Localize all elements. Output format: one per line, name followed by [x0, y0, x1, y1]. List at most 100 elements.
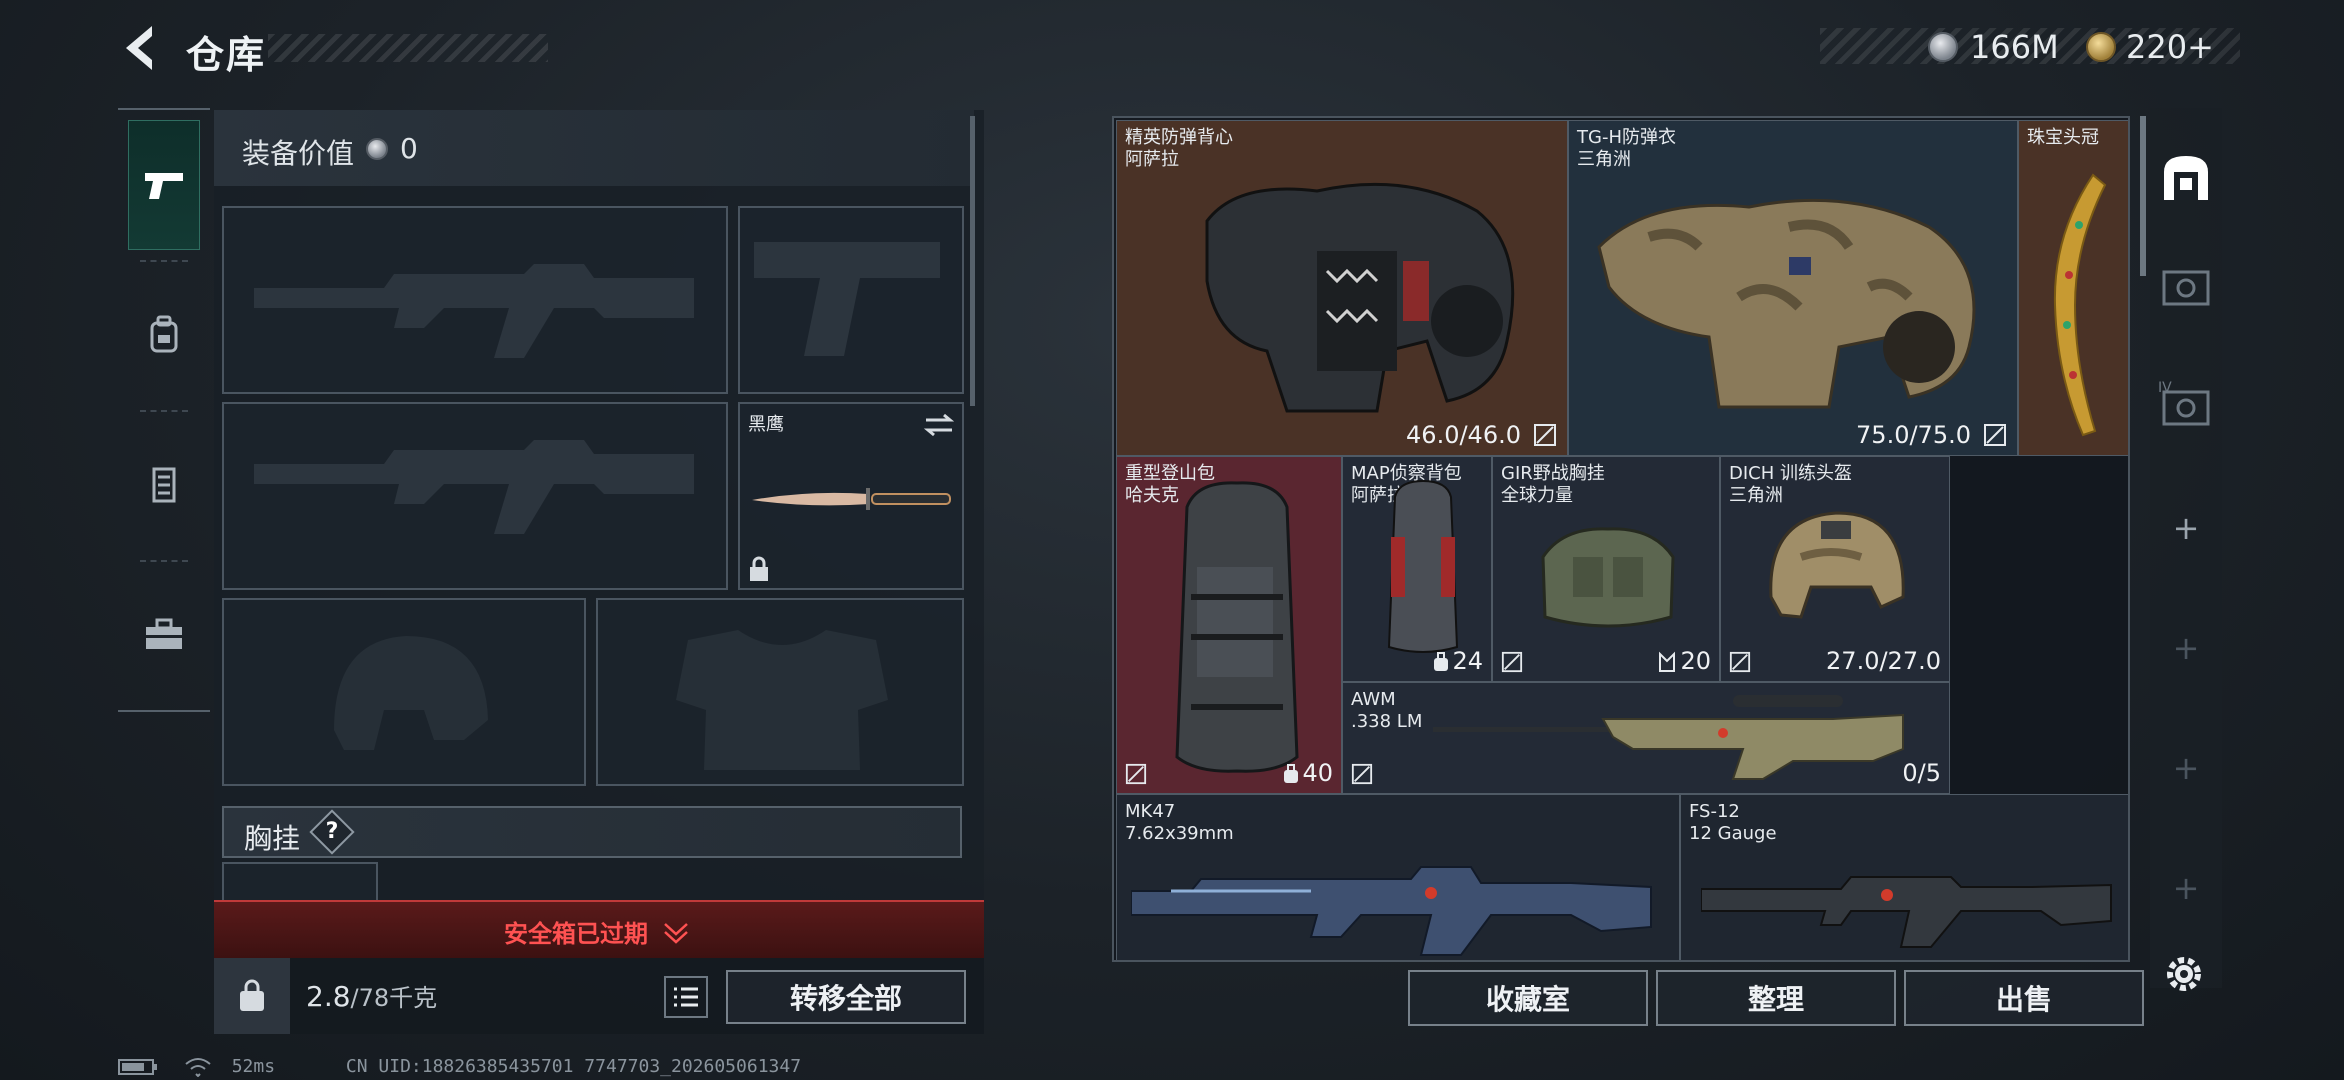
- ping: 52ms: [231, 1056, 276, 1077]
- storage-grid: 精英防弹背心 阿萨拉 46.0/46.0 TG-H防弹衣 三角洲 75.0/75.0…: [1112, 116, 2130, 962]
- collection-room-button[interactable]: 收藏室: [1408, 970, 1648, 1026]
- sell-button[interactable]: 出售: [1904, 970, 2144, 1026]
- nav-case[interactable]: [128, 570, 200, 700]
- title-decoration: [268, 34, 548, 62]
- rifle-silhouette-icon: [254, 440, 694, 534]
- safebox-expired-label: 安全箱已过期: [504, 920, 648, 948]
- gold-coin-icon: [2086, 32, 2116, 66]
- page-title: 仓库: [186, 33, 267, 77]
- equipment-value-label: 装备价值: [242, 137, 355, 170]
- chest-rig-label: 胸挂: [244, 822, 301, 855]
- wifi-icon: [185, 1058, 211, 1078]
- storage-item[interactable]: AWM .338 LM 0/5: [1342, 682, 1950, 794]
- user-uid: CN UID:18826385435701 7747703_2026050613…: [345, 1056, 802, 1077]
- shotgun-icon: [1701, 876, 2112, 948]
- list-icon: [674, 987, 698, 1007]
- vest-icon: [1597, 198, 1976, 409]
- no-repair-icon: [1501, 651, 1523, 673]
- chest-rig-icon: [152, 467, 176, 503]
- vest-silhouette-icon: [676, 630, 888, 770]
- silver-coin-icon: [1928, 32, 1958, 66]
- weight-max: /78千克: [350, 984, 438, 1012]
- storage-item[interactable]: GIR野战胸挂 全球力量 20: [1492, 456, 1720, 682]
- storage-tab-3[interactable]: IV: [2156, 378, 2216, 438]
- silver-coin-icon: [366, 138, 388, 160]
- vest-icon: [1205, 182, 1515, 413]
- storage-tab-1[interactable]: [2156, 148, 2216, 208]
- lock-icon: [750, 556, 768, 581]
- storage-item[interactable]: 重型登山包 哈夫克 40: [1116, 456, 1342, 794]
- helmet-slot[interactable]: [222, 598, 586, 786]
- sidearm-slot[interactable]: [738, 206, 964, 394]
- helmet-icon: [1769, 511, 1905, 619]
- battery-icon: [118, 1059, 157, 1075]
- chest-rig-slot[interactable]: [222, 862, 378, 900]
- warehouse-icon: [2164, 156, 2208, 200]
- storage-item[interactable]: 珠宝头冠: [2018, 120, 2128, 456]
- equipment-value: 0: [400, 132, 418, 165]
- nav-armor[interactable]: [128, 270, 200, 400]
- storage-item[interactable]: MAP侦察背包 阿萨拉 24: [1342, 456, 1492, 682]
- melee-slot[interactable]: 黑鹰: [738, 402, 964, 590]
- pistol-icon: [145, 173, 183, 199]
- backpack-icon: [150, 315, 178, 353]
- no-repair-icon: [1351, 763, 1373, 785]
- storage-item[interactable]: FS-12 12 Gauge: [1680, 794, 2128, 960]
- nav-chest-rig[interactable]: [128, 420, 200, 550]
- loadout-panel: 装备价值 0 黑鹰 胸挂 ?: [214, 110, 984, 900]
- storage-item[interactable]: MK47 7.62x39mm: [1116, 794, 1680, 960]
- chevron-down-icon: [664, 923, 688, 944]
- weight-icon: [240, 979, 264, 1011]
- rifle-silhouette-icon: [254, 264, 694, 358]
- crown-icon: [2053, 173, 2107, 437]
- add-storage-button[interactable]: +: [2156, 738, 2216, 798]
- chest-rig-small-icon: [1659, 651, 1675, 672]
- melee-name: 黑鹰: [748, 414, 784, 435]
- armor-slot[interactable]: [596, 598, 964, 786]
- weight-current: 2.8: [306, 980, 351, 1013]
- gear-icon: [2167, 957, 2201, 991]
- settings-button[interactable]: [2162, 952, 2206, 1000]
- add-storage-button[interactable]: +: [2156, 498, 2216, 558]
- safebox-expired-bar[interactable]: 安全箱已过期: [214, 900, 984, 958]
- list-view-button[interactable]: [664, 976, 708, 1018]
- loadout-scrollbar[interactable]: [970, 116, 975, 406]
- pistol-silhouette-icon: [754, 242, 940, 356]
- storage-scrollbar[interactable]: [2140, 116, 2146, 276]
- no-repair-icon: [1534, 424, 1556, 446]
- weight-lock: [214, 958, 290, 1034]
- sniper-rifle-icon: [1433, 695, 1904, 780]
- add-storage-button[interactable]: +: [2156, 618, 2216, 678]
- backpack-icon: [1175, 481, 1299, 773]
- status-bar: 52ms CN UID:18826385435701 7747703_20260…: [118, 1056, 802, 1078]
- assault-rifle-icon: [1131, 866, 1652, 956]
- equipment-value-bar: 装备价值 0: [214, 110, 974, 186]
- chevron-left-icon: [126, 26, 152, 70]
- primary-weapon-slot-2[interactable]: [222, 402, 728, 590]
- help-icon[interactable]: ?: [309, 809, 355, 855]
- storage-item[interactable]: DICH 训练头盔 三角洲 27.0/27.0: [1720, 456, 1950, 682]
- no-repair-icon: [1984, 424, 2006, 446]
- capacity-icon: [1434, 652, 1448, 671]
- storage-tab-2[interactable]: [2156, 258, 2216, 318]
- currency-gold[interactable]: 220+: [2126, 28, 2214, 66]
- storage-tabs: IV + + + +: [2150, 108, 2222, 988]
- briefcase-icon: [146, 618, 182, 649]
- capacity-icon: [1284, 764, 1298, 783]
- back-button[interactable]: [118, 22, 160, 74]
- organize-button[interactable]: 整理: [1656, 970, 1896, 1026]
- nav-weapons[interactable]: [128, 120, 200, 250]
- no-repair-icon: [1729, 651, 1751, 673]
- storage-item[interactable]: 精英防弹背心 阿萨拉 46.0/46.0: [1116, 120, 1568, 456]
- add-storage-button[interactable]: +: [2156, 858, 2216, 918]
- weight-readout: 2.8/78千克: [306, 978, 437, 1013]
- storage-item[interactable]: TG-H防弹衣 三角洲 75.0/75.0: [1568, 120, 2018, 456]
- chest-rig-icon: [1541, 527, 1675, 628]
- swap-icon[interactable]: [922, 412, 956, 438]
- safe-icon: [2162, 270, 2210, 306]
- transfer-all-button[interactable]: 转移全部: [726, 970, 966, 1024]
- primary-weapon-slot-1[interactable]: [222, 206, 728, 394]
- backpack-icon: [1387, 479, 1459, 653]
- currency-silver: 166M: [1970, 28, 2059, 66]
- helmet-silhouette-icon: [334, 636, 488, 750]
